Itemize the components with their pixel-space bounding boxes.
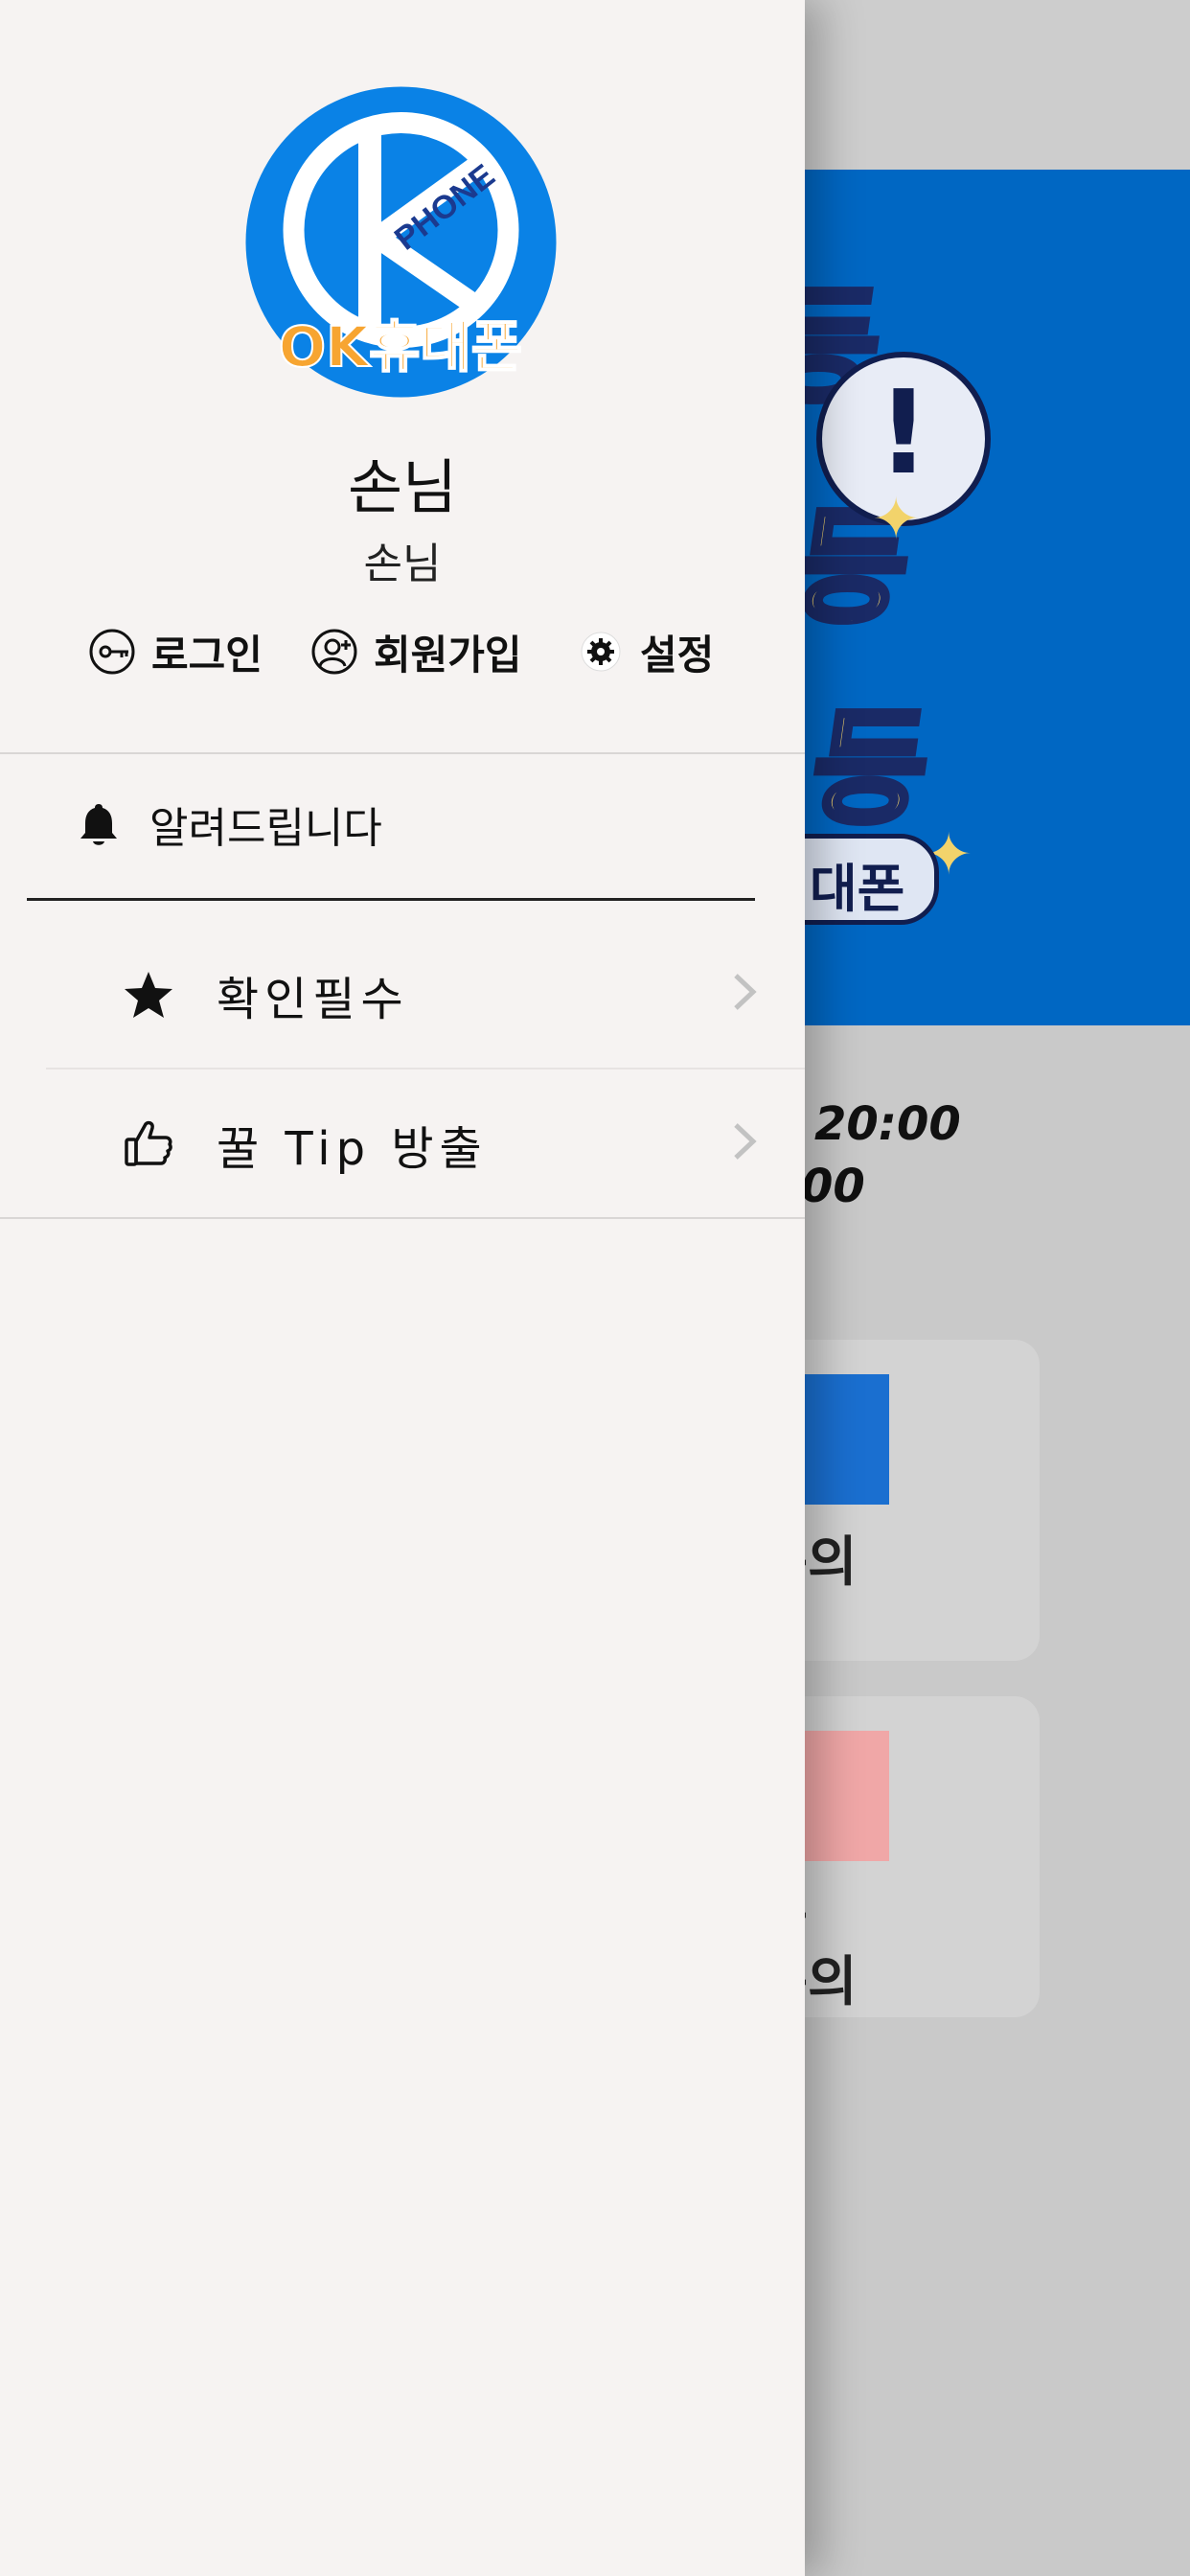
- star-icon: [125, 971, 172, 1018]
- chevron-right-icon: [734, 1123, 757, 1160]
- menu-item-honey-tip[interactable]: 꿀 Tip 방출: [46, 1070, 805, 1218]
- profile-subtitle: 손님: [363, 540, 442, 588]
- divider: [0, 752, 805, 754]
- settings-button[interactable]: 설정: [577, 613, 714, 690]
- settings-label: 설정: [640, 631, 715, 678]
- signup-label: 회원가입: [374, 631, 522, 678]
- signup-user-icon: [311, 629, 357, 675]
- settings-gear-icon: [581, 632, 621, 672]
- login-button[interactable]: 로그인: [88, 613, 263, 690]
- bell-icon: [80, 804, 117, 845]
- profile-name: 손님: [347, 452, 458, 522]
- svg-text:OK휴대폰: OK휴대폰: [279, 314, 522, 380]
- section-divider: [27, 898, 755, 901]
- signup-button[interactable]: 회원가입: [310, 613, 522, 690]
- notice-label: 알려드립니다: [149, 804, 382, 853]
- login-label: 로그인: [151, 631, 263, 678]
- divider: [0, 1217, 805, 1219]
- notice-section-header[interactable]: 알려드립니다: [77, 786, 382, 862]
- ok-phone-logo: PHONE OK휴대폰: [245, 86, 557, 398]
- menu-item-label: 꿀 Tip 방출: [217, 1121, 488, 1176]
- thumbs-up-icon: [125, 1120, 172, 1166]
- menu-item-required-check[interactable]: 확인필수: [46, 920, 805, 1069]
- menu-item-label: 확인필수: [217, 972, 409, 1026]
- chevron-right-icon: [734, 974, 757, 1010]
- account-actions: 로그인 회원가입 설정: [0, 613, 805, 690]
- login-key-icon: [89, 629, 135, 675]
- navigation-drawer: PHONE OK휴대폰 손님 손님 로그인 회원가입 설정 알려드립니다 확인필…: [0, 0, 805, 2576]
